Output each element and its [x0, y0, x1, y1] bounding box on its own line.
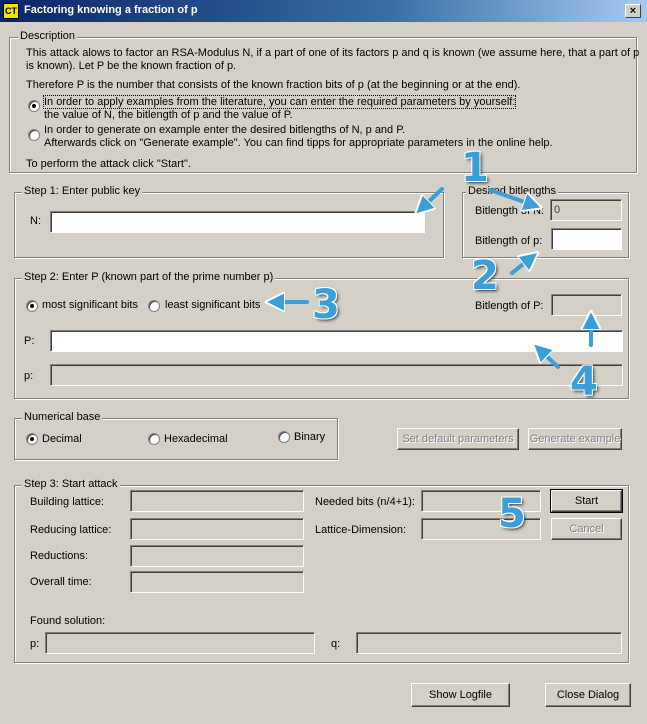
P-label: P: [24, 335, 35, 347]
set-default-parameters-button[interactable]: Set default parameters [397, 428, 519, 450]
solution-q-label: q: [331, 638, 341, 650]
arrow-to-bitlength-p [510, 258, 531, 275]
n-input[interactable] [50, 211, 425, 233]
msb-radio[interactable] [26, 300, 38, 312]
building-lattice-label: Building lattice: [30, 496, 104, 508]
reducing-lattice-field [130, 518, 304, 540]
p-result-field [50, 364, 623, 386]
description-line-1: This attack alows to factor an RSA-Modul… [26, 47, 640, 59]
window-title: Factoring knowing a fraction of p [24, 4, 198, 16]
building-lattice-field [130, 490, 304, 512]
bitlength-P-label: Bitlength of P: [475, 300, 544, 312]
lattice-dimension-label: Lattice-Dimension: [315, 524, 407, 536]
n-label: N: [30, 215, 41, 227]
step1-legend: Step 1: Enter public key [22, 185, 143, 197]
needed-bits-label: Needed bits (n/4+1): [315, 496, 415, 508]
app-icon: CT [3, 3, 19, 19]
option-literature-label-2[interactable]: the value of N, the bitlength of p and t… [44, 109, 293, 121]
bitlength-p-input[interactable] [551, 228, 622, 250]
option-generate-radio[interactable] [28, 129, 40, 141]
solution-q-field [356, 632, 622, 654]
bitlength-n-field [550, 199, 622, 221]
option-literature-radio[interactable] [28, 100, 40, 112]
binary-radio[interactable] [278, 431, 290, 443]
cancel-button[interactable]: Cancel [551, 518, 622, 540]
option-literature-label-1[interactable]: In order to apply examples from the lite… [42, 95, 517, 109]
step2-legend: Step 2: Enter P (known part of the prime… [22, 271, 276, 283]
lsb-radio[interactable] [148, 300, 160, 312]
binary-label[interactable]: Binary [294, 431, 325, 443]
close-window-button[interactable]: × [625, 4, 641, 18]
reducing-lattice-label: Reducing lattice: [30, 524, 112, 536]
decimal-radio[interactable] [26, 433, 38, 445]
P-input[interactable] [50, 330, 623, 352]
decimal-label[interactable]: Decimal [42, 433, 82, 445]
lsb-label[interactable]: least significant bits [165, 299, 260, 311]
annotation-number-3: 3 [312, 282, 340, 328]
solution-p-label: p: [30, 638, 40, 650]
solution-p-field [45, 632, 315, 654]
msb-label[interactable]: most significant bits [42, 299, 138, 311]
description-line-3: Therefore P is the number that consists … [26, 79, 521, 91]
annotation-number-4: 4 [570, 359, 598, 405]
description-line-2: is known). Let P be the known fraction o… [26, 60, 237, 72]
bitlength-n-label: Bitlength of N: [475, 205, 545, 217]
description-footer: To perform the attack click "Start". [26, 158, 191, 170]
overall-time-label: Overall time: [30, 576, 92, 588]
close-dialog-button[interactable]: Close Dialog [545, 683, 631, 707]
annotation-number-2: 2 [471, 253, 499, 299]
hexadecimal-label[interactable]: Hexadecimal [164, 433, 228, 445]
option-generate-label-1[interactable]: In order to generate on example enter th… [44, 124, 405, 136]
bitlength-p-label: Bitlength of p: [475, 235, 543, 247]
annotation-number-5: 5 [498, 491, 526, 537]
reductions-label: Reductions: [30, 550, 89, 562]
reductions-field [130, 545, 304, 567]
step3-legend: Step 3: Start attack [22, 478, 120, 490]
bitlength-P-field [551, 294, 622, 316]
description-legend: Description [18, 30, 78, 42]
annotation-number-1: 1 [461, 145, 489, 191]
overall-time-field [130, 571, 304, 593]
numbase-legend: Numerical base [22, 411, 103, 423]
start-button[interactable]: Start [550, 489, 623, 513]
p-result-label: p: [24, 370, 34, 382]
generate-example-button[interactable]: Generate example [528, 428, 622, 450]
show-logfile-button[interactable]: Show Logfile [411, 683, 510, 707]
found-solution-label: Found solution: [30, 615, 106, 627]
hexadecimal-radio[interactable] [148, 433, 160, 445]
